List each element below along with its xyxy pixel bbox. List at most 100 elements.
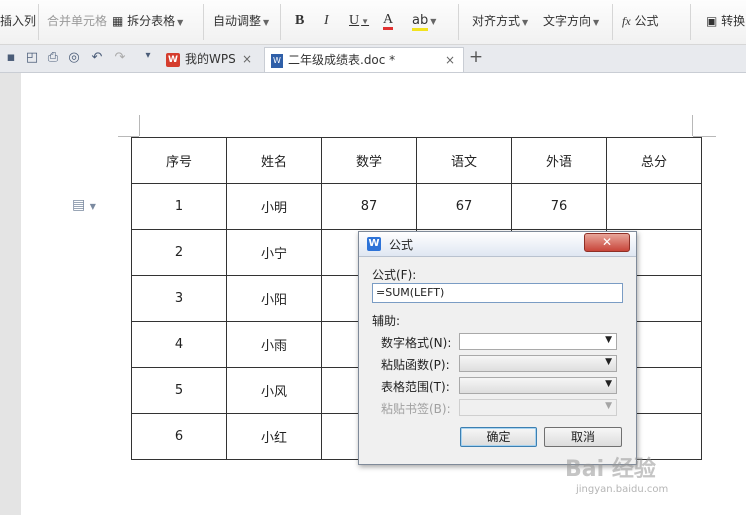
print-icon[interactable]: ⎙ (45, 50, 61, 65)
bold-button[interactable]: B (295, 12, 304, 30)
wps-writer-logo-icon: W (367, 237, 381, 251)
new-tab-icon[interactable]: + (468, 47, 484, 67)
tab-label: 我的WPS (185, 52, 236, 66)
convert-icon: ▣ (706, 14, 722, 28)
close-tab-icon[interactable]: × (445, 48, 455, 72)
table-cell[interactable]: 小雨 (226, 321, 322, 368)
fx-icon: fx (622, 14, 631, 28)
auto-adjust-button[interactable]: 自动调整 ▼ (213, 12, 269, 32)
ribbon-divider (690, 4, 691, 40)
dialog-title: 公式 (389, 238, 414, 252)
dropdown-arrow-icon: ▼ (177, 18, 184, 27)
table-cell[interactable]: 6 (131, 413, 227, 460)
formula-label: 公式 (634, 14, 659, 28)
text-direction-label: 文字方向 (543, 14, 592, 28)
table-header-cell[interactable]: 语文 (416, 137, 512, 184)
ribbon-divider (280, 4, 281, 40)
alignment-button[interactable]: 对齐方式 ▼ (472, 12, 528, 32)
redo-icon[interactable]: ↷ (112, 50, 128, 65)
crop-mark (139, 115, 140, 136)
table-cell[interactable]: 87 (321, 183, 417, 230)
ribbon-divider (458, 4, 459, 40)
close-icon: ✕ (601, 235, 613, 249)
save-icon[interactable]: ▪ (3, 50, 19, 65)
table-cell[interactable]: 76 (511, 183, 607, 230)
assist-label: 辅助: (372, 314, 401, 328)
number-format-select[interactable]: ▼ (459, 333, 617, 350)
close-button[interactable]: ✕ (584, 233, 630, 252)
formula-dialog: W 公式 ✕ 公式(F): =SUM(LEFT) 辅助: 数字格式(N): ▼ … (358, 231, 637, 465)
tab-document[interactable]: W 二年级成绩表.doc * × (264, 47, 464, 72)
table-header-cell[interactable]: 姓名 (226, 137, 322, 184)
table-row: 1 小明 87 67 76 (131, 183, 702, 230)
font-color-button[interactable]: A (383, 13, 394, 30)
dropdown-arrow-icon: ▼ (593, 18, 600, 27)
table-cell[interactable]: 2 (131, 229, 227, 276)
number-format-label: 数字格式(N): (381, 336, 452, 350)
ribbon-toolbar: 插入列 合并单元格 ▦ 拆分表格 ▼ 自动调整 ▼ B I U ▼ A ab ▼ 对齐方… (0, 0, 746, 45)
table-header-cell[interactable]: 数学 (321, 137, 417, 184)
wps-logo-icon: W (166, 52, 180, 67)
convert-label: 转换 (721, 14, 746, 28)
undo-icon[interactable]: ↶ (89, 50, 105, 65)
insert-column-button[interactable]: 插入列 (0, 12, 36, 30)
paste-bookmark-select[interactable]: ▼ (459, 399, 617, 416)
dropdown-arrow-icon: ▼ (605, 335, 612, 345)
table-cell[interactable]: 小红 (226, 413, 322, 460)
table-cell[interactable]: 4 (131, 321, 227, 368)
tab-my-wps[interactable]: W 我的WPS × (160, 47, 260, 71)
convert-button[interactable]: ▣ 转换 (706, 12, 745, 30)
dropdown-arrow-icon: ▼ (605, 357, 612, 367)
ribbon-divider (203, 4, 204, 40)
table-cell[interactable]: 小风 (226, 367, 322, 414)
auto-adjust-label: 自动调整 (213, 14, 262, 28)
dropdown-arrow-icon: ▼ (361, 17, 370, 26)
formula-button[interactable]: fx 公式 (622, 12, 659, 30)
close-tab-icon[interactable]: × (242, 47, 252, 71)
table-header-cell[interactable]: 序号 (131, 137, 227, 184)
table-cell[interactable]: 小明 (226, 183, 322, 230)
table-range-label: 表格范围(T): (381, 380, 450, 394)
table-cell[interactable]: 5 (131, 367, 227, 414)
dropdown-arrow-icon: ▼ (605, 401, 612, 411)
highlight-icon: ab (412, 13, 429, 31)
alignment-label: 对齐方式 (472, 14, 521, 28)
table-cell[interactable]: 小阳 (226, 275, 322, 322)
dropdown-arrow-icon: ▼ (605, 379, 612, 389)
table-cell[interactable]: 67 (416, 183, 512, 230)
table-header-cell[interactable]: 外语 (511, 137, 607, 184)
print-preview-icon[interactable]: ◎ (66, 50, 82, 65)
dialog-titlebar[interactable]: W 公式 ✕ (359, 232, 636, 257)
dropdown-arrow-icon: ▼ (430, 17, 437, 26)
baidu-watermark-url: jingyan.baidu.com (576, 484, 669, 495)
cancel-button[interactable]: 取消 (544, 427, 622, 447)
highlight-button[interactable]: ab ▼ (412, 12, 436, 31)
split-table-icon: ▦ (112, 14, 128, 28)
table-cell[interactable]: 1 (131, 183, 227, 230)
crop-mark (692, 115, 693, 136)
split-table-label: 拆分表格 (127, 14, 176, 28)
ok-button[interactable]: 确定 (460, 427, 537, 447)
customize-toolbar-icon[interactable]: ▾ (140, 50, 156, 61)
underline-button[interactable]: U ▼ (349, 12, 369, 31)
paragraph-layout-icon[interactable]: ▤ ▼ (72, 197, 96, 213)
underline-label: U (349, 13, 360, 28)
export-pdf-icon[interactable]: ◰ (24, 50, 40, 65)
table-header-row: 序号 姓名 数学 语文 外语 总分 (131, 137, 702, 184)
baidu-watermark: Bai 经验 (565, 457, 656, 482)
merge-cells-button[interactable]: 合并单元格 (47, 12, 107, 30)
table-cell[interactable]: 3 (131, 275, 227, 322)
table-range-select[interactable]: ▼ (459, 377, 617, 394)
table-cell[interactable]: 小宁 (226, 229, 322, 276)
table-header-cell[interactable]: 总分 (606, 137, 702, 184)
paste-bookmark-label: 粘贴书签(B): (381, 402, 451, 416)
ribbon-divider (38, 4, 39, 40)
formula-input[interactable]: =SUM(LEFT) (372, 283, 623, 303)
split-table-button[interactable]: ▦ 拆分表格 ▼ (112, 12, 183, 32)
text-direction-button[interactable]: 文字方向 ▼ (543, 12, 599, 32)
table-cell[interactable] (606, 183, 702, 230)
dropdown-arrow-icon: ▼ (522, 18, 529, 27)
italic-button[interactable]: I (324, 12, 329, 30)
ribbon-divider (612, 4, 613, 40)
paste-function-select[interactable]: ▼ (459, 355, 617, 372)
